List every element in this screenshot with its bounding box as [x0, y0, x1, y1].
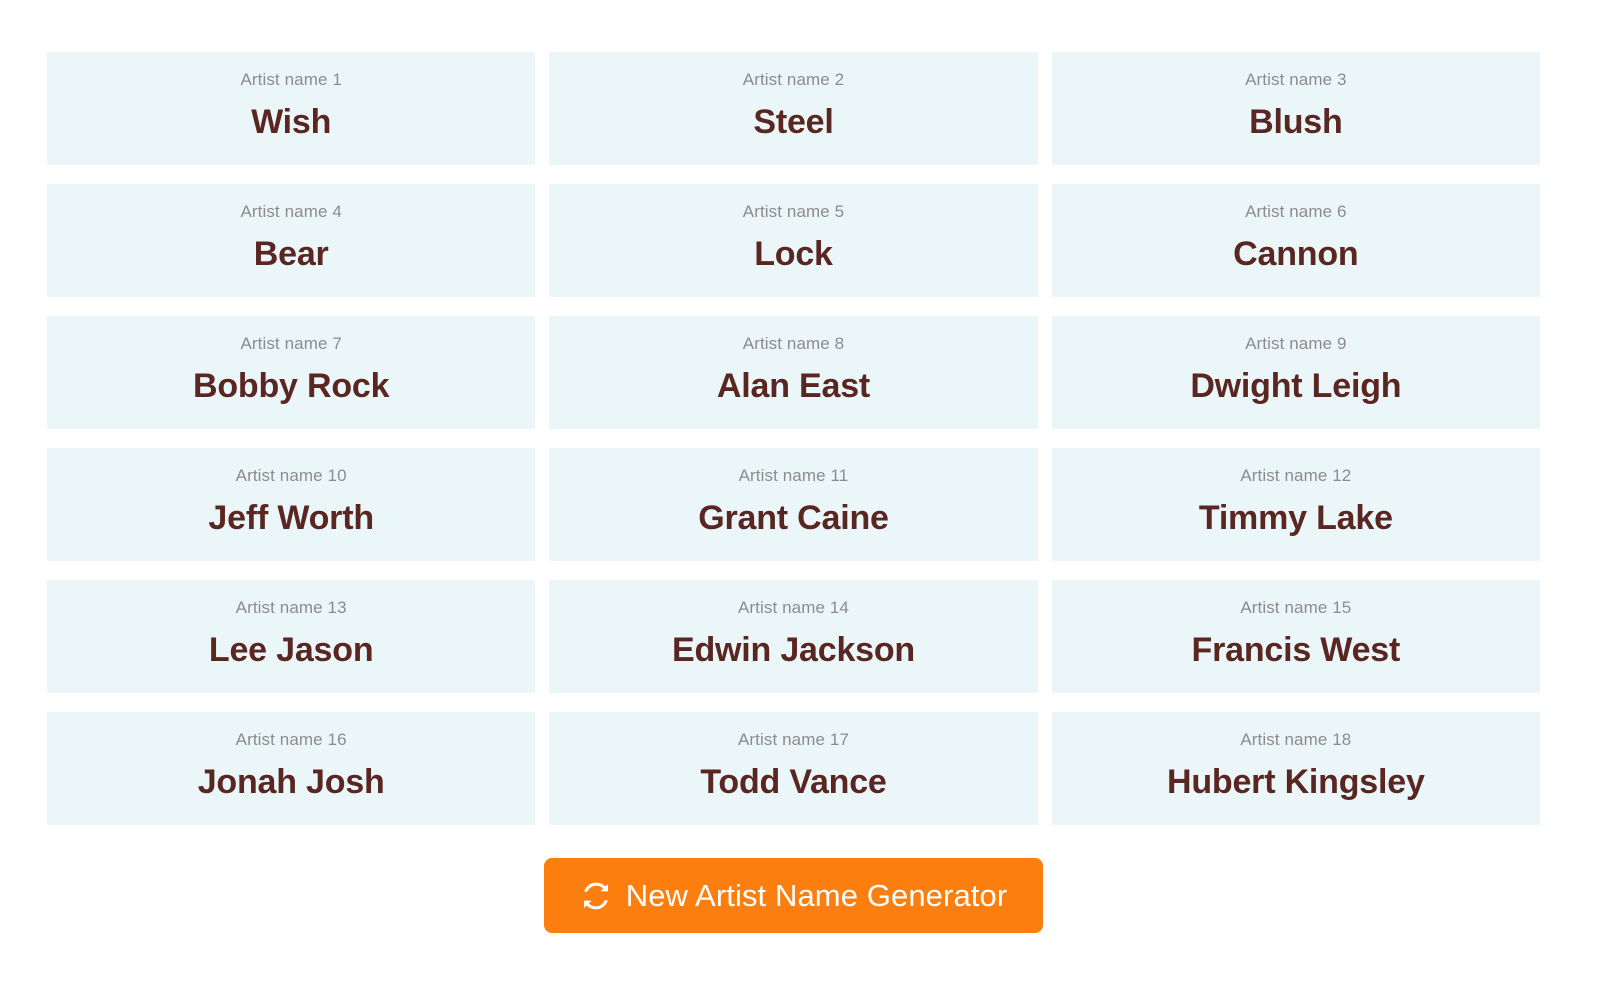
artist-name-card-value: Dwight Leigh — [1190, 367, 1402, 405]
artist-name-card-value: Bobby Rock — [192, 367, 390, 405]
artist-name-card: Artist name 6 Cannon — [1051, 184, 1540, 297]
artist-name-card: Artist name 2 Steel — [549, 52, 1038, 165]
artist-name-card-label: Artist name 17 — [737, 730, 849, 749]
artist-name-card-value: Bear — [253, 235, 329, 273]
generate-button-row: New Artist Name Generator — [47, 858, 1540, 933]
artist-name-card-value: Cannon — [1233, 235, 1359, 273]
artist-name-card: Artist name 16 Jonah Josh — [47, 712, 536, 825]
artist-name-card-value: Blush — [1249, 103, 1343, 141]
artist-name-card-label: Artist name 4 — [240, 202, 342, 221]
artist-name-card-value: Alan East — [716, 367, 871, 405]
artist-name-card-value: Lee Jason — [208, 631, 374, 669]
artist-name-card-value: Grant Caine — [698, 499, 889, 537]
artist-name-card-label: Artist name 7 — [240, 334, 342, 353]
artist-name-card-value: Francis West — [1191, 631, 1401, 669]
artist-name-card-value: Todd Vance — [700, 763, 887, 801]
artist-name-card: Artist name 8 Alan East — [549, 316, 1038, 429]
artist-name-card-value: Edwin Jackson — [671, 631, 916, 669]
artist-name-card-label: Artist name 15 — [1240, 598, 1352, 617]
artist-name-card: Artist name 11 Grant Caine — [549, 448, 1038, 561]
artist-name-card: Artist name 1 Wish — [47, 52, 536, 165]
artist-name-card-value: Steel — [753, 103, 834, 141]
artist-name-card-label: Artist name 1 — [240, 70, 342, 89]
artist-name-card: Artist name 17 Todd Vance — [549, 712, 1038, 825]
artist-name-card: Artist name 9 Dwight Leigh — [1051, 316, 1540, 429]
artist-name-card: Artist name 13 Lee Jason — [47, 580, 536, 693]
artist-name-card: Artist name 4 Bear — [47, 184, 536, 297]
artist-name-card: Artist name 10 Jeff Worth — [47, 448, 536, 561]
artist-name-card-value: Timmy Lake — [1198, 499, 1393, 537]
artist-name-card: Artist name 15 Francis West — [1051, 580, 1540, 693]
artist-name-card-label: Artist name 5 — [742, 202, 845, 221]
generate-button-label: New Artist Name Generator — [625, 878, 1008, 913]
artist-name-card: Artist name 7 Bobby Rock — [47, 316, 536, 429]
artist-name-card-value: Hubert Kingsley — [1166, 763, 1425, 801]
artist-name-card-label: Artist name 10 — [235, 466, 347, 485]
new-artist-name-generator-button[interactable]: New Artist Name Generator — [543, 858, 1044, 933]
artist-name-card-label: Artist name 14 — [737, 598, 849, 617]
artist-name-card-label: Artist name 8 — [742, 334, 845, 353]
artist-name-card-label: Artist name 11 — [738, 466, 849, 485]
artist-name-generator-page: Artist name 1 Wish Artist name 2 Steel Artis… — [0, 0, 1600, 1000]
artist-name-card-label: Artist name 16 — [235, 730, 347, 749]
artist-name-card-label: Artist name 18 — [1240, 730, 1352, 749]
artist-name-card-label: Artist name 2 — [742, 70, 845, 89]
artist-name-card-grid: Artist name 1 Wish Artist name 2 Steel Artis… — [47, 52, 1540, 825]
artist-name-card-value: Lock — [754, 235, 833, 273]
artist-name-card-value: Jonah Josh — [197, 763, 385, 801]
artist-name-card: Artist name 5 Lock — [549, 184, 1038, 297]
artist-name-card-label: Artist name 13 — [235, 598, 347, 617]
artist-name-card: Artist name 18 Hubert Kingsley — [1051, 712, 1540, 825]
artist-name-card: Artist name 14 Edwin Jackson — [549, 580, 1038, 693]
artist-name-card: Artist name 12 Timmy Lake — [1051, 448, 1540, 561]
artist-name-card-label: Artist name 12 — [1240, 466, 1352, 485]
sync-icon — [580, 880, 612, 912]
artist-name-card-value: Wish — [251, 103, 332, 141]
artist-name-card: Artist name 3 Blush — [1051, 52, 1540, 165]
artist-name-card-label: Artist name 9 — [1245, 334, 1347, 353]
artist-name-card-label: Artist name 3 — [1245, 70, 1347, 89]
artist-name-card-value: Jeff Worth — [208, 499, 374, 537]
artist-name-card-label: Artist name 6 — [1245, 202, 1347, 221]
